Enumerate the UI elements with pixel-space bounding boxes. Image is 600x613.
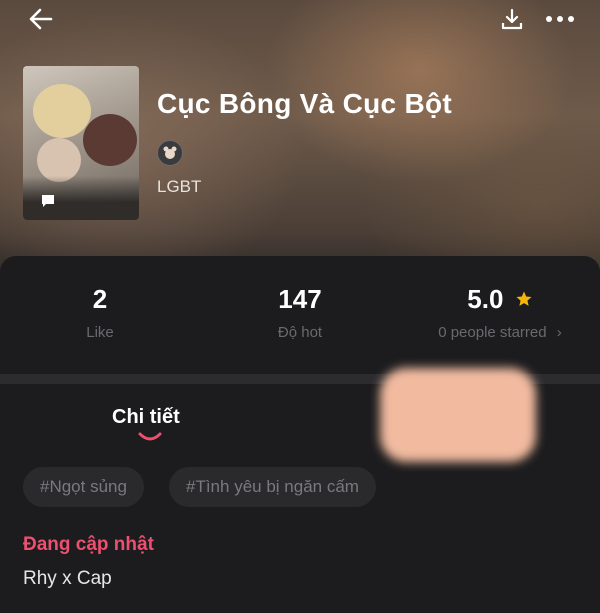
download-button[interactable] bbox=[497, 4, 527, 34]
hot-count: 147 bbox=[278, 284, 322, 314]
rating-value-row: 5.0 bbox=[400, 284, 600, 314]
likes-count: 2 bbox=[92, 284, 108, 314]
stat-likes: 2 Like bbox=[0, 284, 200, 341]
author-avatar[interactable] bbox=[157, 140, 183, 166]
rating-label-row: 0 people starred › bbox=[400, 324, 600, 341]
story-title: Cục Bông Và Cục Bột bbox=[157, 88, 453, 119]
tab-detail[interactable]: Chi tiết bbox=[112, 406, 180, 429]
star-icon bbox=[516, 291, 532, 307]
tag-chip[interactable]: #Ngọt sủng bbox=[23, 467, 144, 507]
comment-icon bbox=[42, 195, 54, 207]
blurred-region bbox=[380, 368, 536, 462]
rating-count-label: 0 people starred bbox=[438, 324, 547, 341]
author-avatar-icon bbox=[163, 146, 177, 159]
likes-label: Like bbox=[86, 324, 114, 341]
story-genre[interactable]: LGBT bbox=[157, 177, 201, 197]
stat-rating[interactable]: 5.0 0 people starred › bbox=[400, 284, 600, 341]
story-description: Rhy x Cap bbox=[23, 568, 112, 589]
more-dots-icon bbox=[546, 16, 574, 22]
more-options-button[interactable] bbox=[543, 4, 577, 34]
story-cover-image[interactable] bbox=[23, 66, 139, 220]
arrow-left-icon bbox=[29, 8, 53, 30]
back-button[interactable] bbox=[24, 4, 56, 34]
stat-hot: 147 Độ hot bbox=[200, 284, 400, 341]
rating-value: 5.0 bbox=[467, 284, 504, 314]
status-text: Đang cập nhật bbox=[23, 534, 154, 555]
hot-label: Độ hot bbox=[277, 324, 323, 341]
cover-art-shape bbox=[33, 84, 91, 138]
tab-active-indicator bbox=[138, 432, 162, 441]
cover-art-shape bbox=[83, 114, 137, 166]
download-icon bbox=[501, 8, 523, 30]
tag-chip[interactable]: #Tình yêu bị ngăn cấm bbox=[169, 467, 376, 507]
chevron-right-icon: › bbox=[556, 324, 562, 341]
